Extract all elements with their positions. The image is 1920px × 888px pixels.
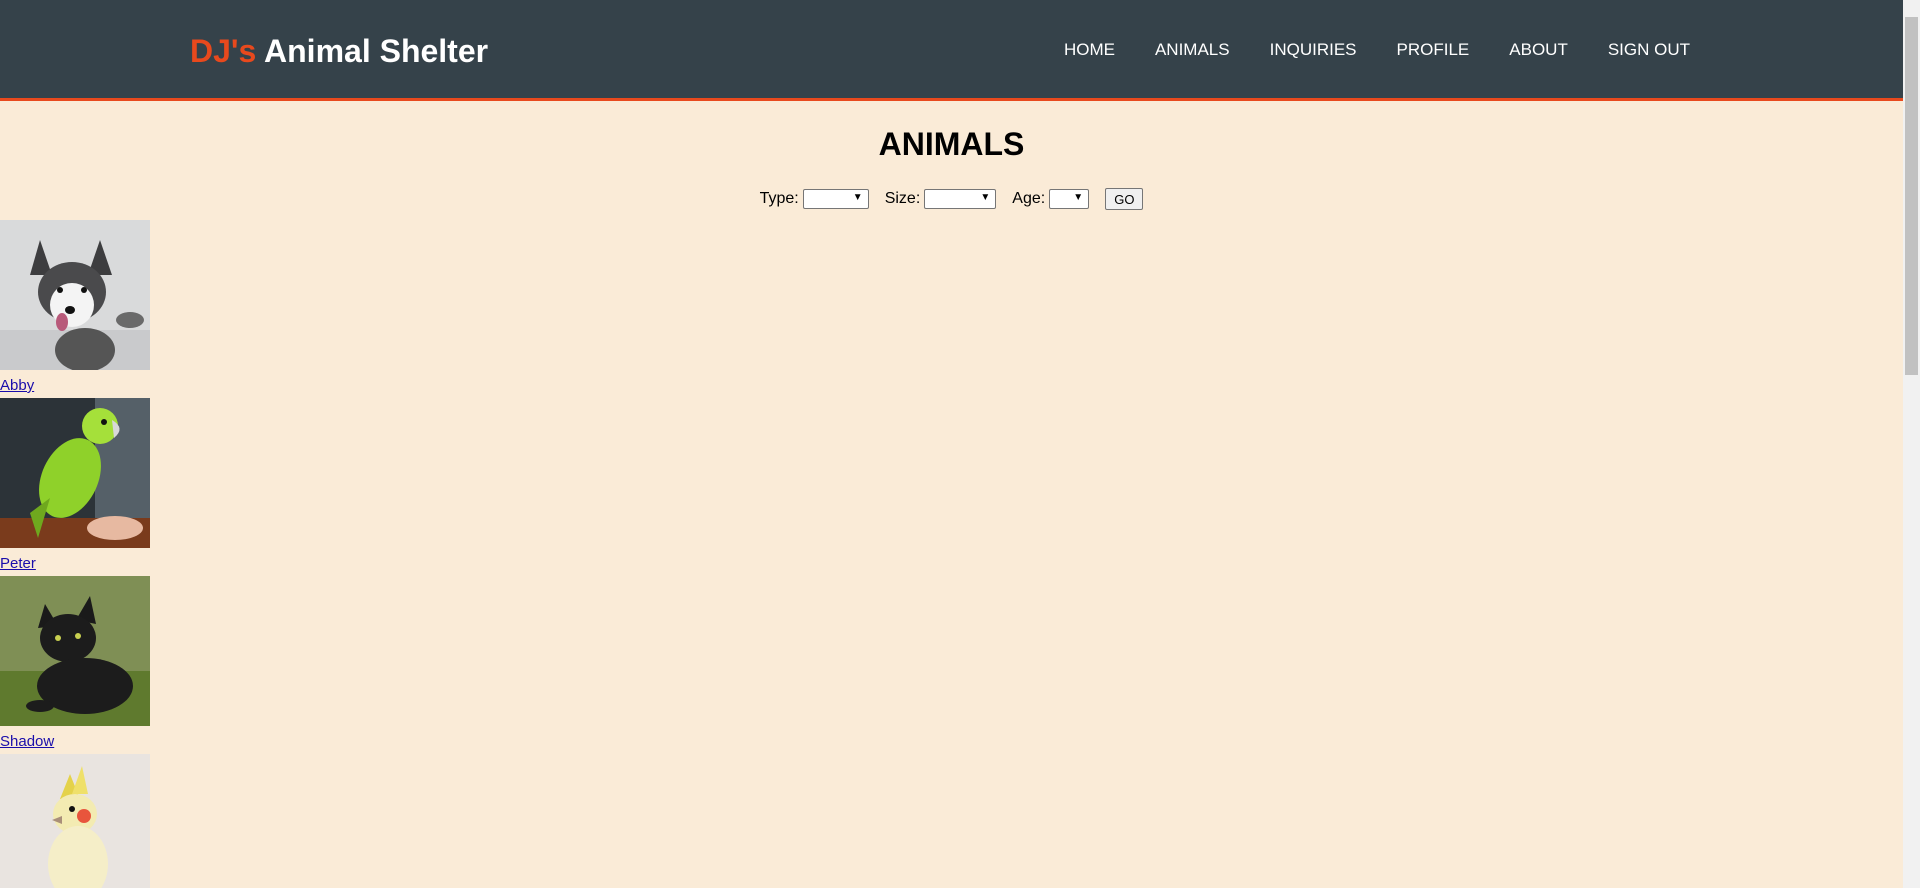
page-title: ANIMALS [878, 126, 1025, 162]
scrollbar-thumb[interactable] [1905, 17, 1918, 375]
animal-link-abby[interactable]: Abby [0, 377, 34, 394]
chevron-down-icon: ▼ [1073, 192, 1084, 203]
parrot-photo[interactable] [0, 398, 150, 548]
list-item: Peter [0, 398, 160, 576]
list-item: Abby [0, 220, 160, 398]
list-item: Shadow [0, 576, 160, 754]
nav-animals[interactable]: ANIMALS [1155, 40, 1230, 60]
type-select[interactable]: ▼ [802, 189, 869, 209]
brand-name: Animal Shelter [256, 33, 489, 69]
animal-link-peter[interactable]: Peter [0, 555, 36, 572]
size-select[interactable]: ▼ [924, 189, 997, 209]
main-nav: HOME ANIMALS INQUIRIES PROFILE ABOUT SIG… [1064, 40, 1690, 60]
nav-inquiries[interactable]: INQUIRIES [1270, 40, 1357, 60]
go-button[interactable]: GO [1105, 188, 1144, 210]
chevron-down-icon: ▼ [980, 192, 991, 203]
cat-photo[interactable] [0, 576, 150, 726]
nav-sign-out[interactable]: SIGN OUT [1608, 40, 1690, 60]
site-logo[interactable]: DJ's Animal Shelter [190, 33, 488, 70]
filter-bar: Type: ▼ Size: ▼ Age: ▼ GO [0, 188, 1903, 210]
chevron-down-icon: ▼ [852, 192, 863, 203]
site-header: DJ's Animal Shelter HOME ANIMALS INQUIRI… [0, 0, 1903, 101]
nav-about[interactable]: ABOUT [1509, 40, 1568, 60]
list-item [0, 754, 160, 888]
animal-link-shadow[interactable]: Shadow [0, 733, 54, 750]
brand-highlight: DJ's [190, 33, 257, 69]
age-select[interactable]: ▼ [1049, 189, 1090, 209]
vertical-scrollbar[interactable] [1903, 0, 1920, 888]
age-label: Age: [1012, 190, 1046, 207]
nav-profile[interactable]: PROFILE [1397, 40, 1470, 60]
size-label: Size: [884, 190, 921, 207]
husky-photo[interactable] [0, 220, 150, 370]
type-label: Type: [759, 190, 799, 207]
nav-home[interactable]: HOME [1064, 40, 1115, 60]
cockatiel-photo[interactable] [0, 754, 150, 888]
animal-list: Abby Peter Shadow [0, 220, 160, 888]
